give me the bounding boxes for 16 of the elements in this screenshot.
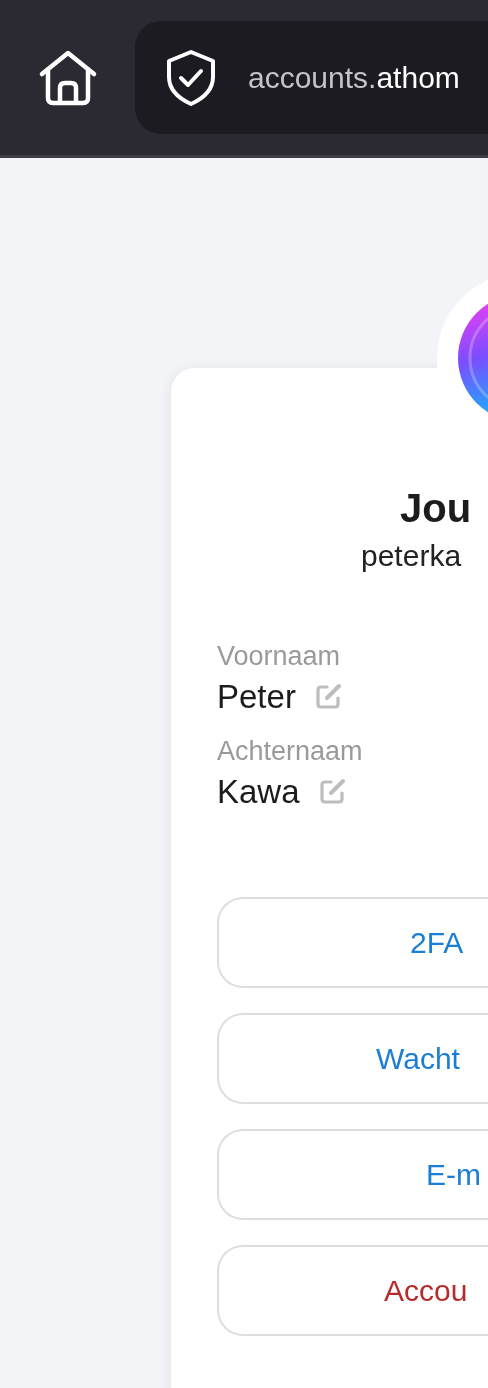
home-icon[interactable] [38, 49, 98, 106]
page-title: Jou [400, 486, 472, 531]
action-button[interactable]: 2FA [217, 897, 488, 988]
field-label: Achternaam [217, 736, 363, 767]
address-bar[interactable]: accounts.athom [135, 21, 488, 134]
field-label: Voornaam [217, 641, 341, 672]
action-button[interactable]: E-m [217, 1129, 488, 1220]
username-text: peterka [361, 539, 462, 573]
field-value: Kawa [217, 773, 300, 811]
edit-icon[interactable] [313, 683, 342, 711]
action-button[interactable]: Accou [217, 1245, 488, 1336]
edit-icon[interactable] [317, 778, 346, 806]
field-value: Peter [217, 678, 296, 716]
url-text: accounts.athom [248, 60, 460, 95]
action-button[interactable]: Wacht [217, 1013, 488, 1104]
shield-check-icon [165, 48, 217, 107]
